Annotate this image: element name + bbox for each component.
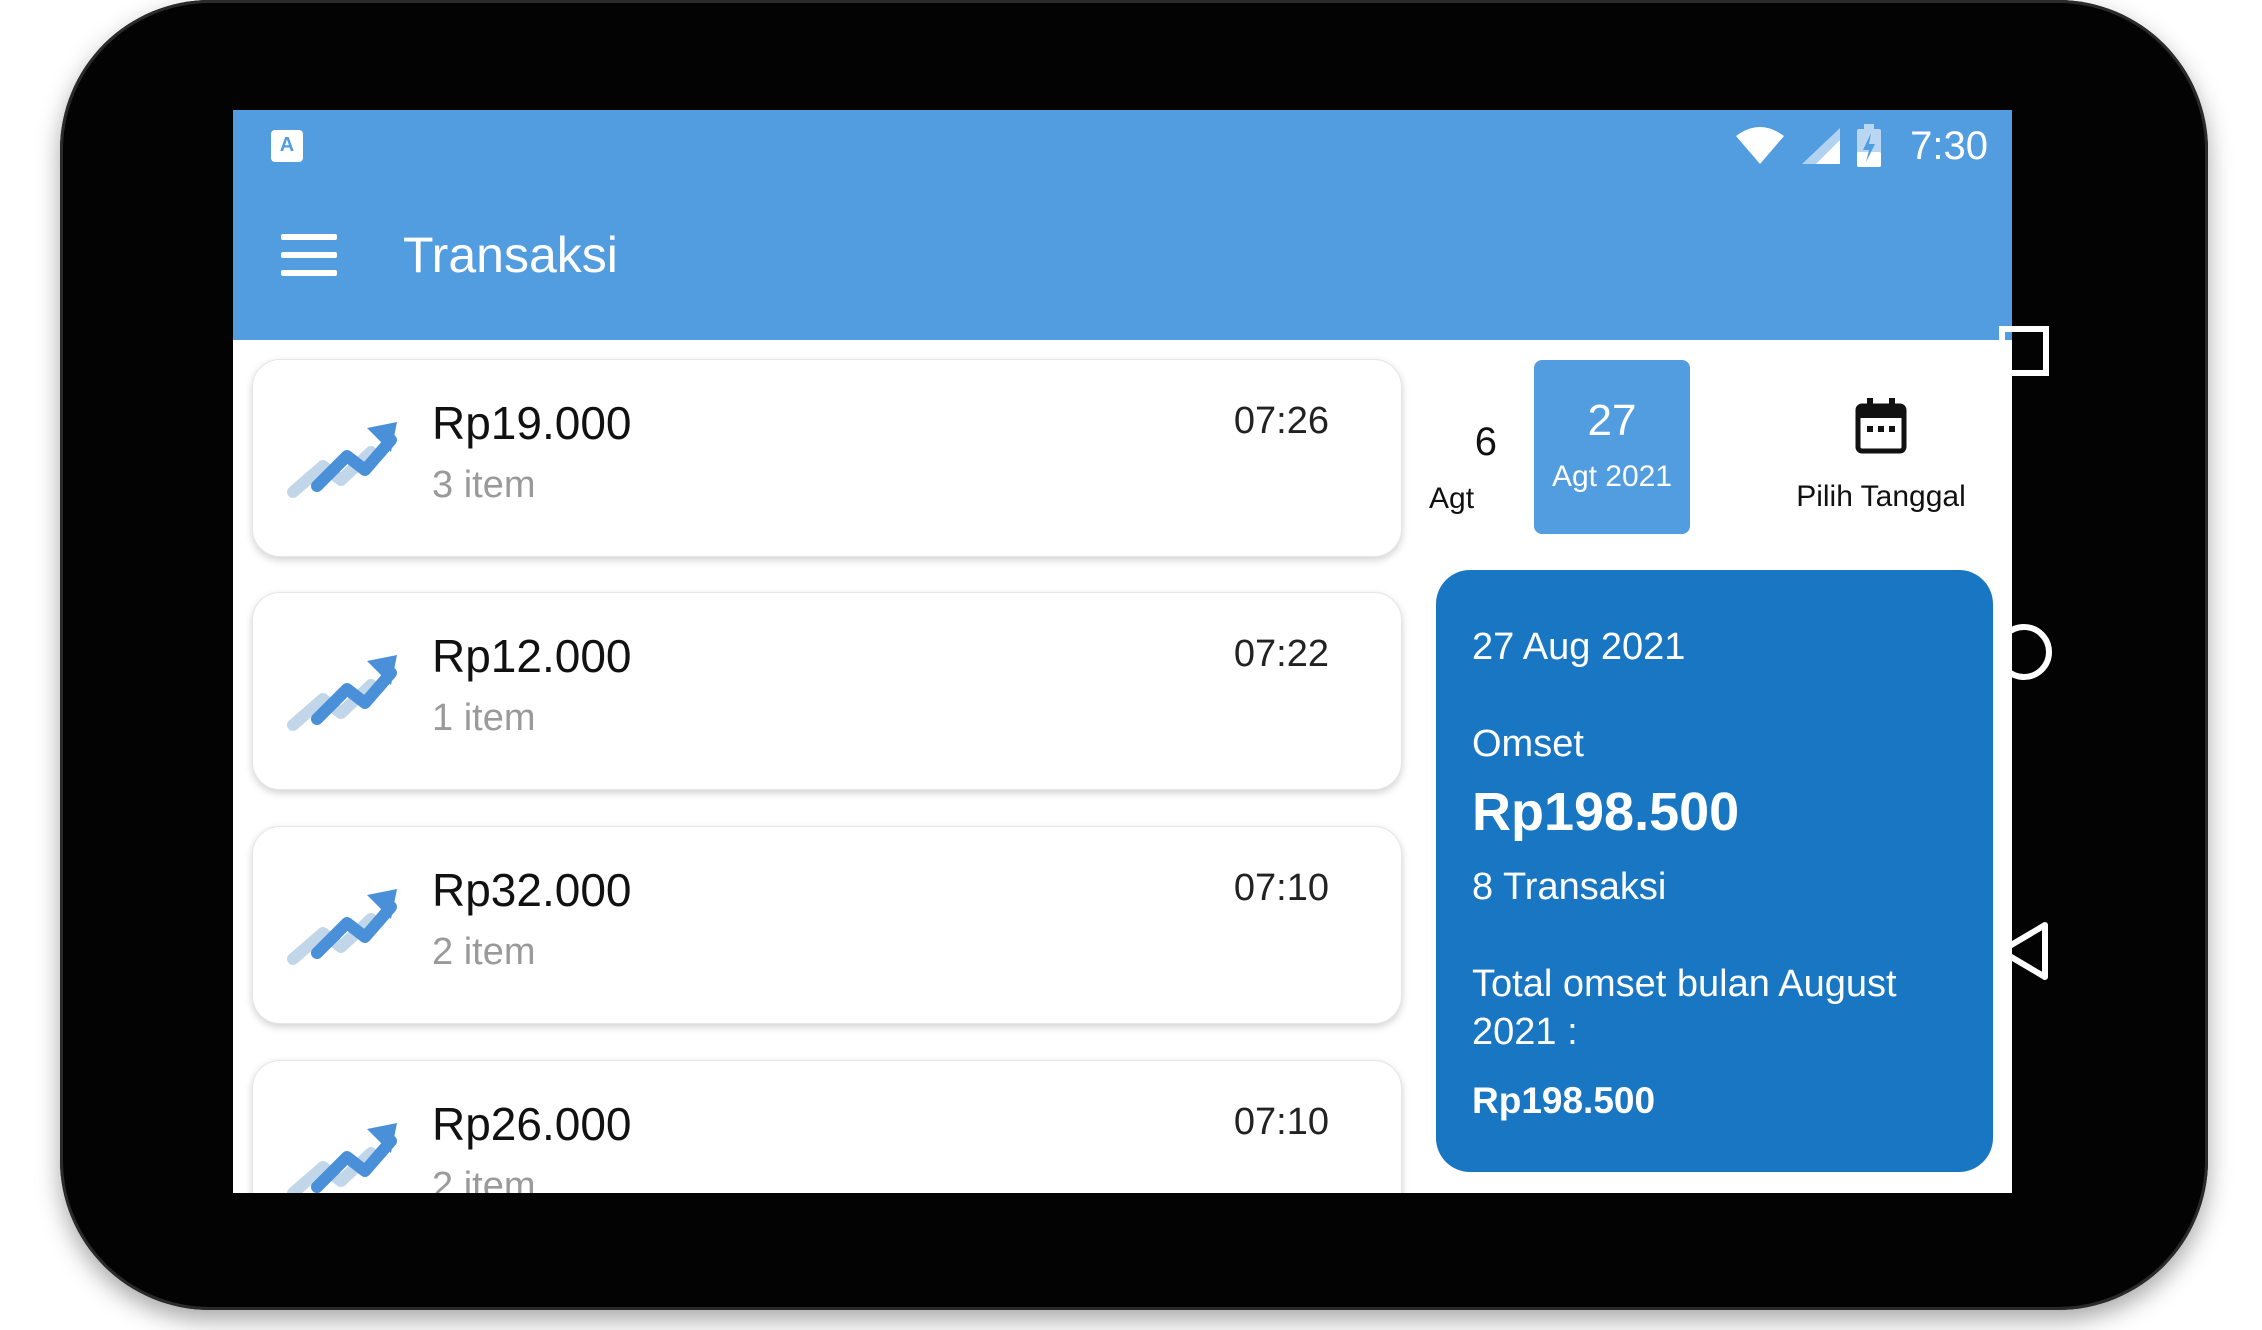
back-button[interactable]	[1995, 920, 2051, 982]
date-chip-selected[interactable]: 27 Agt 2021	[1534, 360, 1690, 534]
transaction-item-count: 1 item	[432, 697, 536, 739]
transaction-time: 07:26	[1233, 400, 1329, 442]
battery-charging-icon	[1857, 124, 1882, 167]
transaction-card[interactable]: Rp12.000 1 item 07:22	[252, 592, 1402, 790]
calendar-icon	[1855, 398, 1907, 454]
signal-icon	[1802, 128, 1841, 164]
transaction-amount: Rp26.000	[432, 1098, 632, 1150]
transaction-count: 8 Transaksi	[1472, 866, 1667, 908]
omset-value: Rp198.500	[1472, 782, 1740, 842]
transaction-card[interactable]: Rp26.000 2 item 07:10	[252, 1060, 1402, 1193]
clock: 7:30	[1910, 123, 1988, 168]
tablet-frame: A 7:30 Transaksi Rp19.000 3 item 07:26 R…	[60, 0, 2208, 1310]
transaction-time: 07:10	[1233, 1101, 1329, 1143]
date-chip-month: Agt 2021	[1551, 460, 1673, 493]
trending-up-icon	[287, 655, 397, 731]
transaction-item-count: 2 item	[432, 931, 536, 973]
transaction-item-count: 2 item	[432, 1165, 536, 1193]
transaction-amount: Rp12.000	[432, 630, 632, 682]
monthly-total-label: Total omset bulan August 2021 :	[1472, 963, 1897, 1050]
transaction-card[interactable]: Rp32.000 2 item 07:10	[252, 826, 1402, 1024]
pick-date-label: Pilih Tanggal	[1796, 480, 1966, 513]
home-button[interactable]	[1994, 622, 2054, 682]
wifi-icon	[1736, 127, 1785, 164]
transaction-time: 07:22	[1233, 633, 1329, 675]
recents-button[interactable]	[1998, 325, 2050, 377]
menu-icon[interactable]	[281, 234, 337, 278]
app-notification-icon: A	[271, 130, 303, 162]
transaction-card[interactable]: Rp19.000 3 item 07:26	[252, 359, 1402, 557]
trending-up-icon	[287, 889, 397, 965]
monthly-total-value: Rp198.500	[1472, 1080, 1656, 1121]
page-title: Transaksi	[403, 227, 618, 283]
date-chip-month: Agt 2021	[1429, 482, 1496, 520]
transaction-time: 07:10	[1233, 867, 1329, 909]
transaction-amount: Rp19.000	[432, 397, 632, 449]
trending-up-icon	[287, 1123, 397, 1193]
date-chip-day: 6	[1474, 420, 1497, 464]
summary-date: 27 Aug 2021	[1472, 626, 1686, 668]
omset-label: Omset	[1472, 723, 1584, 765]
app-bar: Transaksi	[233, 182, 2012, 340]
summary-panel: 27 Aug 2021 Omset Rp198.500 8 Transaksi …	[1436, 570, 1993, 1172]
date-chip-day: 27	[1587, 396, 1637, 445]
date-chip-previous[interactable]: 6 Agt 2021	[1429, 380, 1499, 520]
status-bar: A 7:30	[233, 110, 2012, 182]
transaction-item-count: 3 item	[432, 464, 536, 506]
screen: A 7:30 Transaksi Rp19.000 3 item 07:26 R…	[233, 110, 2012, 1193]
status-icons: 7:30	[1734, 122, 1988, 170]
trending-up-icon	[287, 422, 397, 498]
pick-date-button[interactable]: Pilih Tanggal	[1761, 380, 2001, 513]
transaction-amount: Rp32.000	[432, 864, 632, 916]
